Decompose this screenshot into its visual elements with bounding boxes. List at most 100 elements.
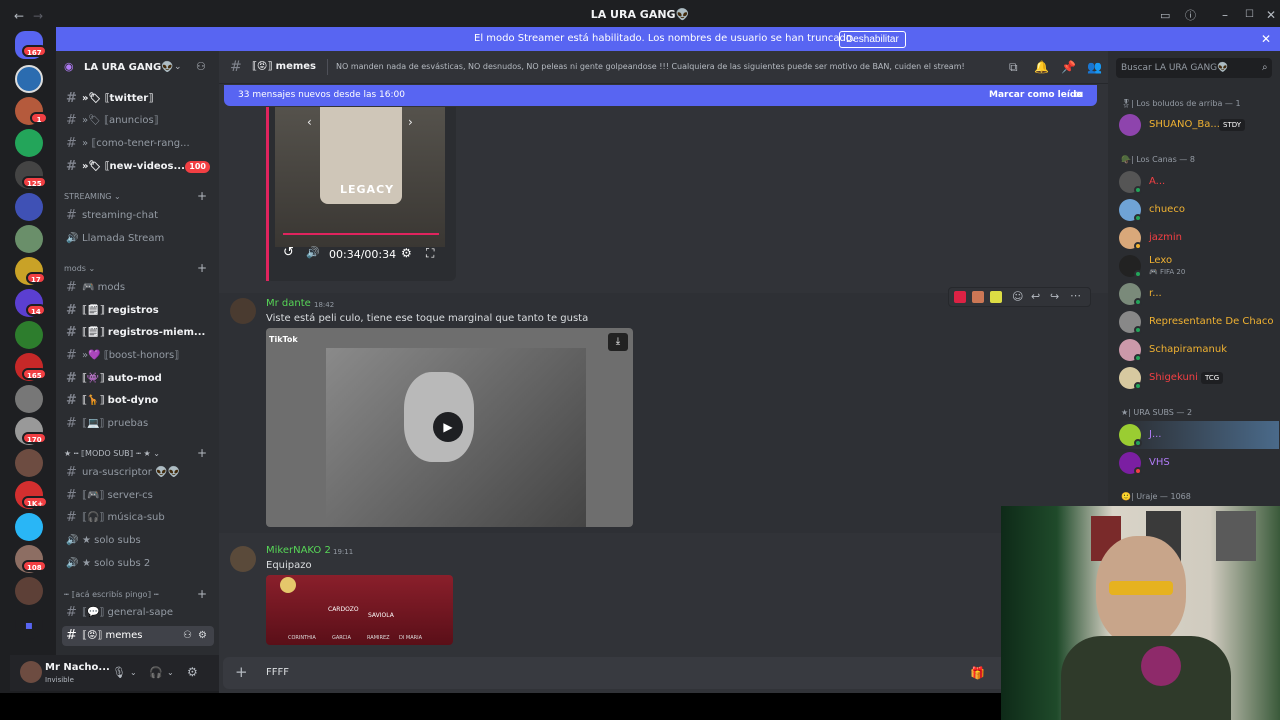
search-input[interactable]: Buscar LA URA GANG👽 <box>1116 58 1272 78</box>
folder-icon[interactable]: ▪ <box>15 611 43 639</box>
server-icon[interactable] <box>15 513 43 541</box>
replay-icon[interactable]: ↺ <box>283 246 294 260</box>
avatar[interactable] <box>20 661 42 683</box>
mark-as-read-button[interactable]: Marcar como leído <box>989 90 1083 100</box>
server-icon[interactable] <box>15 577 43 605</box>
gift-icon[interactable]: 🎁 <box>970 666 985 680</box>
channel-streaming-chat[interactable]: # streaming-chat <box>62 206 214 226</box>
server-icon[interactable] <box>15 321 43 349</box>
gear-icon[interactable]: ⚙ <box>198 629 207 643</box>
chevron-down-icon[interactable]: ⌄ <box>174 60 182 74</box>
forward-icon[interactable]: ↪ <box>1050 290 1059 304</box>
members-icon[interactable]: 👥 <box>1087 60 1102 74</box>
channel-musica-sub[interactable]: # ⟦🎧⟧ música-sub <box>62 508 214 528</box>
category-modo-sub[interactable]: ★ ┅ ⟦MODO SUB⟧ ┅ ★ ⌄ <box>64 449 160 458</box>
member-item[interactable]: r... <box>1119 280 1279 308</box>
message-author[interactable]: Mr dante <box>266 298 311 309</box>
server-icon[interactable] <box>15 193 43 221</box>
server-icon[interactable] <box>15 225 43 253</box>
invite-people-icon[interactable]: ⚇ <box>196 60 206 74</box>
channel-memes[interactable]: # ⟦😡⟧ memes ⚇ ⚙ <box>62 626 214 646</box>
channel-auto-mod[interactable]: # ⟦👾⟧ auto-mod <box>62 369 214 389</box>
channel-boost-honors[interactable]: # »💜 ⟦boost-honors⟧ <box>62 346 214 366</box>
channel-pruebas[interactable]: # ⟦💻⟧ pruebas <box>62 414 214 434</box>
server-icon[interactable] <box>15 65 43 93</box>
voice-channel-solo-subs[interactable]: 🔊 ★ solo subs <box>62 531 214 551</box>
channel-ura-suscriptor[interactable]: # ura-suscriptor 👽👽 <box>62 463 214 483</box>
server-icon[interactable] <box>15 449 43 477</box>
category-streaming[interactable]: STREAMING ⌄ <box>64 192 121 201</box>
chevron-down-icon[interactable]: ⌄ <box>130 666 137 680</box>
maximize-icon[interactable]: ☐ <box>1245 8 1254 22</box>
member-item[interactable]: SHUANO_Ba... STDY <box>1119 111 1279 139</box>
attach-plus-icon[interactable]: + <box>235 665 248 680</box>
reaction-emoji-icon[interactable] <box>990 291 1002 303</box>
chevron-down-icon[interactable]: ⌄ <box>167 666 174 680</box>
member-item[interactable]: A... <box>1119 168 1279 196</box>
chevron-left-icon[interactable]: ‹ <box>307 115 312 129</box>
voice-channel-solo-subs-2[interactable]: 🔊 ★ solo subs 2 <box>62 554 214 574</box>
member-item[interactable]: Schapiramanuk <box>1119 336 1279 364</box>
add-channel-icon[interactable]: + <box>197 446 207 460</box>
message-input[interactable]: FFFF <box>266 667 289 678</box>
channel-new-videos[interactable]: # »🏷 ⟦new-videos... 100 <box>62 157 214 177</box>
add-channel-icon[interactable]: + <box>197 189 207 203</box>
pin-icon[interactable]: 📌 <box>1061 60 1076 74</box>
new-messages-bar[interactable]: 33 mensajes nuevos desde las 16:00 Marca… <box>224 85 1097 106</box>
avatar[interactable] <box>230 546 256 572</box>
image-attachment[interactable]: CARDOZO SAVIOLA CORINTHIA GARCIA RAMIREZ… <box>266 575 453 645</box>
guild-header[interactable]: ◉ LA URA GANG👽 ⌄ ⚇ <box>56 51 219 84</box>
volume-icon[interactable]: 🔊 <box>306 246 320 260</box>
chevron-right-icon[interactable]: › <box>408 115 413 129</box>
more-options-icon[interactable]: ⋯ <box>1070 289 1081 303</box>
voice-channel-llamada-stream[interactable]: 🔊 Llamada Stream <box>62 229 214 249</box>
close-banner-icon[interactable]: ✕ <box>1261 32 1271 46</box>
member-item[interactable]: Representante De Chaco <box>1119 308 1279 336</box>
member-item[interactable]: J... <box>1119 421 1279 449</box>
channel-topic[interactable]: NO manden nada de esvásticas, NO desnudo… <box>336 62 996 71</box>
play-button[interactable]: ▶ <box>433 412 463 442</box>
member-item[interactable]: VHS <box>1119 449 1279 477</box>
reaction-emoji-icon[interactable] <box>954 291 966 303</box>
channel-server-cs[interactable]: # ⟦🎮⟧ server-cs <box>62 486 214 506</box>
channel-como-tener-rango[interactable]: # » ⟦como-tener-rang... <box>62 134 214 154</box>
add-reaction-icon[interactable]: ☺ <box>1012 290 1023 304</box>
minimize-icon[interactable]: – <box>1222 8 1228 22</box>
close-window-icon[interactable]: ✕ <box>1266 8 1276 22</box>
message-author[interactable]: MikerNAKO 2 <box>266 545 331 556</box>
channel-bot-dyno[interactable]: # ⟦🦒⟧ bot-dyno <box>62 391 214 411</box>
category-aca-escribis-pingo[interactable]: ┅ ⟦acá escribís pingo⟧ ┅ <box>64 590 159 599</box>
category-mods[interactable]: mods ⌄ <box>64 264 95 273</box>
reaction-emoji-icon[interactable] <box>972 291 984 303</box>
add-channel-icon[interactable]: + <box>197 261 207 275</box>
gear-icon[interactable]: ⚙ <box>401 246 412 260</box>
microphone-icon[interactable]: 🎙 <box>112 666 126 680</box>
channel-registros-miembros[interactable]: # ⟦🗒⟧ registros-miem... <box>62 323 214 343</box>
add-channel-icon[interactable]: + <box>197 587 207 601</box>
video-progress-bar[interactable] <box>283 233 439 235</box>
bell-icon[interactable]: 🔔 <box>1034 60 1049 74</box>
channel-twitter[interactable]: # »🏷 ⟦twitter⟧ <box>62 89 214 109</box>
member-item[interactable]: chueco <box>1119 196 1279 224</box>
gear-icon[interactable]: ⚙ <box>187 665 198 679</box>
channel-mods[interactable]: # 🎮 mods <box>62 278 214 298</box>
inbox-icon[interactable]: ▭ <box>1160 9 1170 23</box>
member-item[interactable]: Lexo 🎮 FIFA 20 <box>1119 252 1279 280</box>
member-item[interactable]: Shigekuni TCG <box>1119 364 1279 392</box>
channel-general-sape[interactable]: # ⟦💬⟧ general-sape <box>62 603 214 623</box>
server-icon[interactable] <box>15 129 43 157</box>
channel-registros[interactable]: # ⟦🗒⟧ registros <box>62 301 214 321</box>
reply-icon[interactable]: ↩ <box>1031 290 1040 304</box>
avatar[interactable] <box>230 298 256 324</box>
fullscreen-icon[interactable]: ⛶ <box>426 246 434 260</box>
member-item[interactable]: jazmin <box>1119 224 1279 252</box>
disable-streamer-mode-button[interactable]: Deshabilitar <box>839 31 906 48</box>
download-icon[interactable]: ⤓ <box>608 333 628 351</box>
help-icon[interactable]: ⓘ <box>1185 9 1196 23</box>
server-icon[interactable] <box>15 385 43 413</box>
channel-anuncios[interactable]: # »🏷 ⟦anuncios⟧ <box>62 111 214 131</box>
headphones-icon[interactable]: 🎧 <box>149 666 163 680</box>
video-frame[interactable]: LEGACY ‹ › <box>275 107 445 247</box>
create-invite-icon[interactable]: ⚇ <box>183 629 192 643</box>
tiktok-video-embed[interactable]: TikTok ⤓ ▶ <box>266 328 633 527</box>
